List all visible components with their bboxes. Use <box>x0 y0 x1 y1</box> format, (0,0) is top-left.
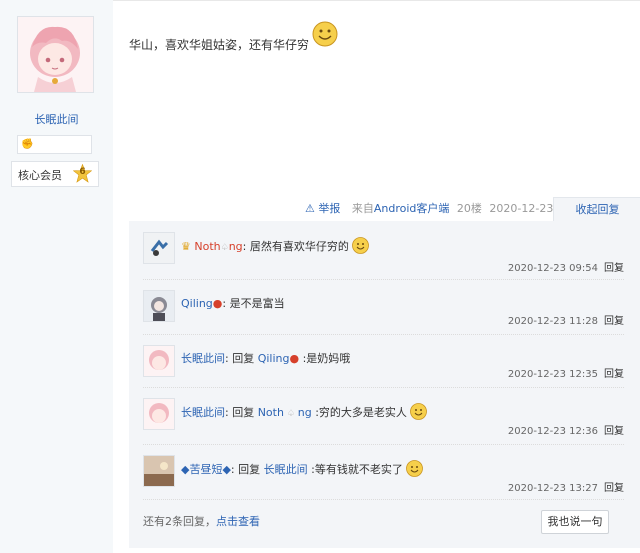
smiley-icon <box>410 403 428 420</box>
reply-meta: 2020-12-23 09:54 回复 <box>508 259 624 274</box>
level-star-icon: 6 <box>72 163 93 183</box>
floor-number: 20楼 <box>456 202 482 215</box>
say-something-button[interactable]: 我也说一句 <box>541 510 609 534</box>
reply-item: 长眠此间: 回复 Noth ♤ ng :穷的大多是老实人 2020-12-23 … <box>143 387 624 445</box>
smiley-icon <box>352 237 370 254</box>
level-bar: ✊ <box>17 135 92 154</box>
reply-item: 长眠此间: 回复 Qiling● :是奶妈哦 2020-12-23 12:35 回… <box>143 334 624 388</box>
reply-avatar[interactable] <box>143 290 175 322</box>
collapse-replies-button[interactable]: 收起回复 <box>553 197 640 222</box>
reply-time: 2020-12-23 12:35 <box>507 369 598 380</box>
reply-avatar[interactable] <box>143 345 175 377</box>
reply-meta: 2020-12-23 11:28 回复 <box>508 312 624 327</box>
reply-time: 2020-12-23 12:36 <box>507 426 598 437</box>
reply-button[interactable]: 回复 <box>604 369 624 380</box>
gender-icon: ♤ <box>220 243 229 253</box>
report-link[interactable]: ⚠ 举报 <box>305 202 340 215</box>
post-meta: ⚠ 举报 来自Android客户端 20楼 2020-12-23 02:16 <box>305 201 589 217</box>
post-content: 华山，喜欢华姐姑姿，还有华仔穷 <box>129 38 310 52</box>
warning-icon: ⚠ <box>305 202 315 215</box>
reply-text: ◆苦昼短◆: 回复 长眠此间 :等有钱就不老实了 <box>181 460 424 477</box>
reply-button[interactable]: 回复 <box>604 263 624 274</box>
reply-text: ♛ Noth♤ng: 居然有喜欢华仔穷的 <box>181 237 370 254</box>
smiley-icon <box>312 21 338 47</box>
reply-button[interactable]: 回复 <box>604 426 624 437</box>
more-replies: 还有2条回复，点击查看 <box>143 515 260 528</box>
reply-avatar[interactable] <box>143 455 175 487</box>
member-level: 6 <box>79 167 86 177</box>
gender-icon: ♤ <box>283 409 298 419</box>
reply-item: Qiling●: 是不是富当 2020-12-23 11:28 回复 <box>143 279 624 335</box>
reply-text: Qiling●: 是不是富当 <box>181 297 285 310</box>
lips-icon: ● <box>212 297 223 310</box>
reply-button[interactable]: 回复 <box>604 316 624 327</box>
reply-text: 长眠此间: 回复 Qiling● :是奶妈哦 <box>181 352 351 365</box>
reply-text: 长眠此间: 回复 Noth ♤ ng :穷的大多是老实人 <box>181 403 428 420</box>
user-panel: 长眠此间 ✊ 核心会员 6 <box>0 0 113 553</box>
reply-time: 2020-12-23 13:27 <box>507 483 598 494</box>
member-label: 核心会员 <box>18 169 62 182</box>
reply-to-user[interactable]: 长眠此间 <box>264 463 308 476</box>
reply-user[interactable]: Qiling <box>181 297 213 310</box>
user-avatar[interactable] <box>17 16 94 93</box>
reply-avatar[interactable] <box>143 398 175 430</box>
reply-to-user[interactable]: Qiling <box>258 352 290 365</box>
reply-time: 2020-12-23 11:28 <box>507 316 598 327</box>
reply-user[interactable]: 长眠此间 <box>181 406 225 419</box>
post-source: 来自Android客户端 <box>351 202 450 215</box>
reply-time: 2020-12-23 09:54 <box>507 263 598 274</box>
smiley-icon <box>406 460 424 477</box>
reply-to-user[interactable]: Noth <box>258 406 284 419</box>
reply-meta: 2020-12-23 12:36 回复 <box>508 422 624 437</box>
reply-meta: 2020-12-23 13:27 回复 <box>508 479 624 494</box>
reply-user[interactable]: Noth <box>194 240 220 253</box>
reply-user[interactable]: 长眠此间 <box>181 352 225 365</box>
source-link[interactable]: Android客户端 <box>374 202 450 215</box>
reply-list: ♛ Noth♤ng: 居然有喜欢华仔穷的 2020-12-23 09:54 回复 … <box>129 221 640 548</box>
reply-item: ♛ Noth♤ng: 居然有喜欢华仔穷的 2020-12-23 09:54 回复 <box>143 221 624 280</box>
view-more-link[interactable]: 点击查看 <box>216 515 260 528</box>
vip-crown-icon: ♛ <box>181 240 191 253</box>
member-badge[interactable]: 核心会员 6 <box>11 161 99 187</box>
reply-avatar[interactable] <box>143 232 175 264</box>
username[interactable]: 长眠此间 <box>0 111 113 127</box>
reply-item: ◆苦昼短◆: 回复 长眠此间 :等有钱就不老实了 2020-12-23 13:2… <box>143 444 624 500</box>
reply-user[interactable]: ◆苦昼短◆ <box>181 463 231 476</box>
reply-button[interactable]: 回复 <box>604 483 624 494</box>
boxing-glove-icon: ✊ <box>21 139 34 150</box>
lips-icon: ● <box>289 352 300 365</box>
reply-meta: 2020-12-23 12:35 回复 <box>508 365 624 380</box>
